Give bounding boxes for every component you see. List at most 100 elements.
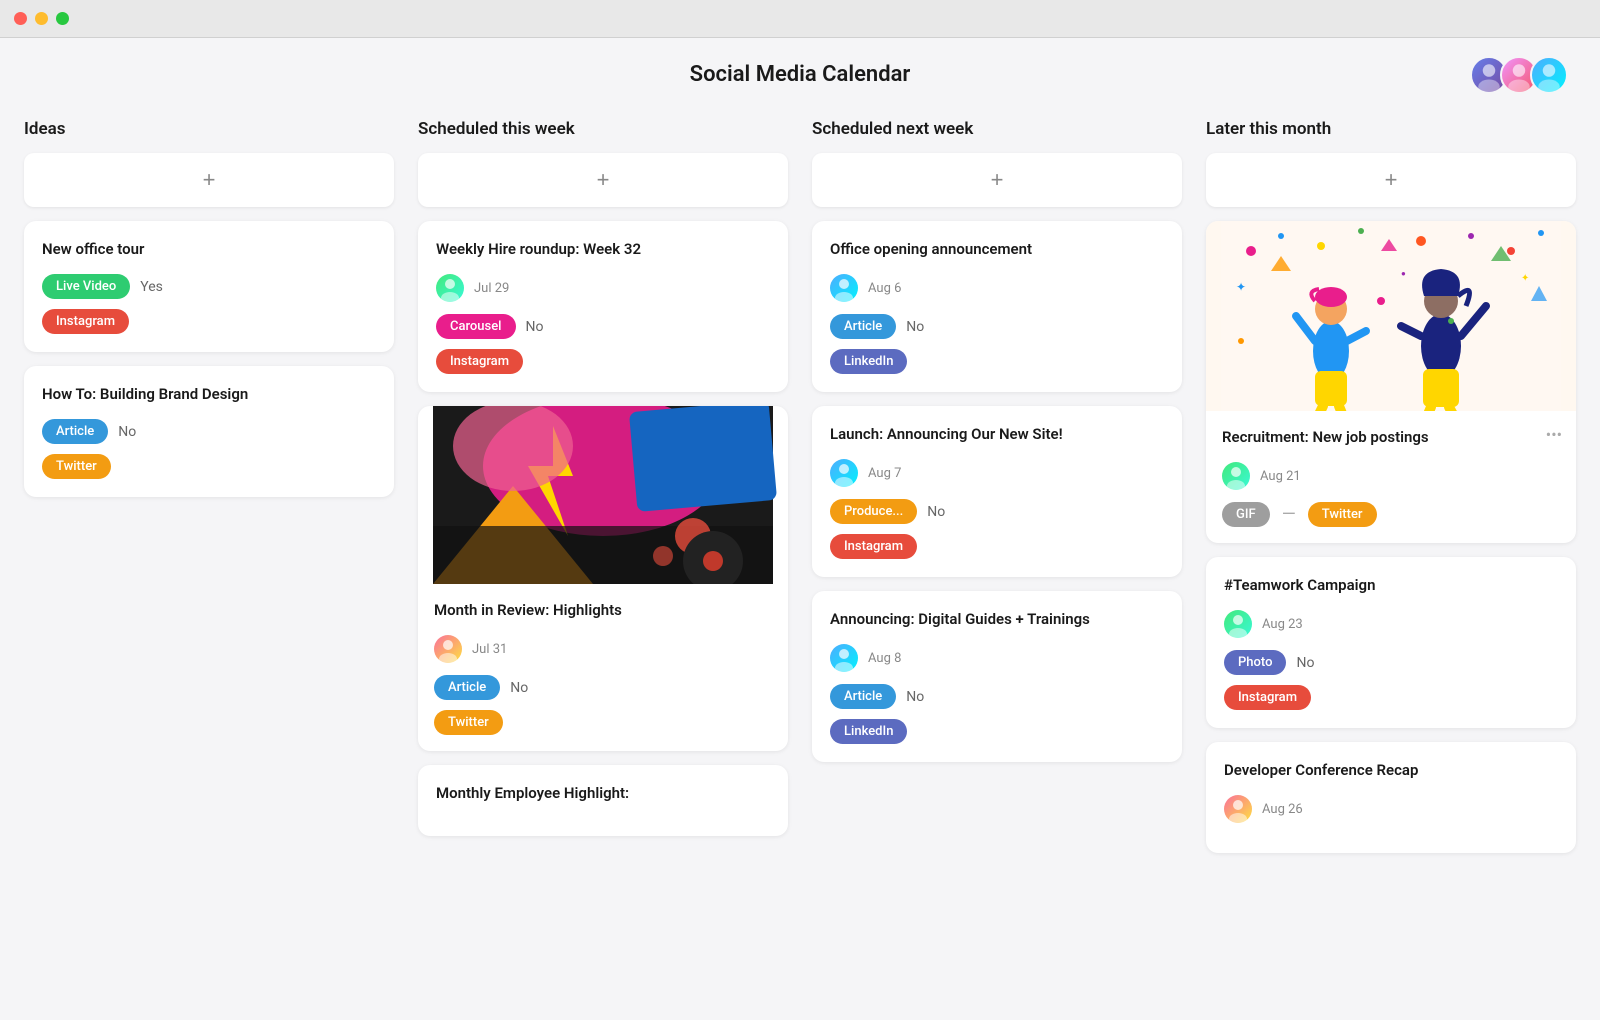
column-later-this-month: Later this month + — [1206, 119, 1576, 867]
column-scheduled-this-week-title: Scheduled this week — [418, 119, 788, 139]
card-tags-row2: Instagram — [42, 309, 376, 334]
maximize-button[interactable] — [56, 12, 69, 25]
tag-gif[interactable]: GIF — [1222, 502, 1270, 527]
card-meta: Jul 31 — [434, 635, 772, 663]
tag-twitter[interactable]: Twitter — [434, 710, 503, 735]
avatar-user-3[interactable] — [1530, 56, 1568, 94]
tag-article[interactable]: Article — [830, 684, 896, 709]
app-header: Social Media Calendar — [0, 38, 1600, 103]
tag-instagram[interactable]: Instagram — [830, 534, 917, 559]
tag-article[interactable]: Article — [42, 419, 108, 444]
svg-text:✦: ✦ — [1521, 273, 1529, 284]
card-content: Month in Review: Highlights Jul 31 Artic… — [418, 584, 788, 751]
tag-article[interactable]: Article — [830, 314, 896, 339]
column-ideas-title: Ideas — [24, 119, 394, 139]
card-title: Monthly Employee Highlight: — [436, 783, 770, 804]
card-avatar — [830, 274, 858, 302]
card-avatar — [434, 635, 462, 663]
tag-instagram[interactable]: Instagram — [1224, 685, 1311, 710]
card-title: Month in Review: Highlights — [434, 600, 772, 621]
column-scheduled-next-week-title: Scheduled next week — [812, 119, 1182, 139]
card-title: Developer Conference Recap — [1224, 760, 1558, 781]
card-tags-row2: Instagram — [436, 349, 770, 374]
column-scheduled-next-week: Scheduled next week + Office opening ann… — [812, 119, 1182, 867]
card-tags-row2: Instagram — [1224, 685, 1558, 710]
more-options-button[interactable]: ••• — [1546, 425, 1562, 444]
page-title: Social Media Calendar — [690, 62, 911, 87]
add-card-ideas[interactable]: + — [24, 153, 394, 207]
card-avatar — [436, 274, 464, 302]
tag-linkedin[interactable]: LinkedIn — [830, 719, 907, 744]
card-value: No — [927, 504, 945, 520]
card-weekly-hire: Weekly Hire roundup: Week 32 Jul 29 Caro… — [418, 221, 788, 392]
card-date: Aug 7 — [868, 466, 901, 481]
minimize-button[interactable] — [35, 12, 48, 25]
card-value: No — [1296, 655, 1314, 671]
card-tags: Carousel No — [436, 314, 770, 339]
card-avatar — [1224, 795, 1252, 823]
tag-produce[interactable]: Produce... — [830, 499, 917, 524]
tag-carousel[interactable]: Carousel — [436, 314, 516, 339]
card-value: No — [906, 319, 924, 335]
card-content: ••• Recruitment: New job postings Aug 21… — [1206, 411, 1576, 543]
card-tags: Article No — [434, 675, 772, 700]
card-meta: Aug 6 — [830, 274, 1164, 302]
card-title: Office opening announcement — [830, 239, 1164, 260]
card-date: Aug 21 — [1260, 469, 1301, 484]
add-card-this-week[interactable]: + — [418, 153, 788, 207]
card-tags-row2: Instagram — [830, 534, 1164, 559]
card-title: Recruitment: New job postings — [1222, 427, 1560, 448]
celebration-image: ✦ ✦ ● — [1206, 221, 1576, 411]
card-meta: Aug 7 — [830, 459, 1164, 487]
tag-instagram[interactable]: Instagram — [42, 309, 129, 334]
tag-linkedin[interactable]: LinkedIn — [830, 349, 907, 374]
card-meta: Aug 23 — [1224, 610, 1558, 638]
card-value-yes: Yes — [140, 279, 163, 295]
card-tags: Article No — [830, 684, 1164, 709]
card-title: Announcing: Digital Guides + Trainings — [830, 609, 1164, 630]
card-tags: Live Video Yes — [42, 274, 376, 299]
column-ideas: Ideas + New office tour Live Video Yes I… — [24, 119, 394, 867]
tag-photo[interactable]: Photo — [1224, 650, 1286, 675]
card-tags-row2: Twitter — [434, 710, 772, 735]
tag-article[interactable]: Article — [434, 675, 500, 700]
card-tags: GIF — Twitter — [1222, 502, 1560, 527]
add-card-later[interactable]: + — [1206, 153, 1576, 207]
card-date: Aug 26 — [1262, 802, 1303, 817]
card-title: New office tour — [42, 239, 376, 260]
window-chrome — [0, 0, 1600, 38]
tag-twitter[interactable]: Twitter — [1308, 502, 1377, 527]
card-title: Launch: Announcing Our New Site! — [830, 424, 1164, 445]
card-new-office-tour: New office tour Live Video Yes Instagram — [24, 221, 394, 352]
card-tags: Article No — [830, 314, 1164, 339]
card-value: No — [510, 680, 528, 696]
card-launch-new-site: Launch: Announcing Our New Site! Aug 7 P… — [812, 406, 1182, 577]
card-meta: Aug 26 — [1224, 795, 1558, 823]
card-tags-row2: Twitter — [42, 454, 376, 479]
card-avatar — [830, 644, 858, 672]
card-office-opening: Office opening announcement Aug 6 Articl… — [812, 221, 1182, 392]
app-container: Social Media Calendar — [0, 38, 1600, 1020]
card-date: Jul 29 — [474, 281, 509, 296]
tag-live-video[interactable]: Live Video — [42, 274, 130, 299]
card-date: Aug 8 — [868, 651, 901, 666]
card-meta: Jul 29 — [436, 274, 770, 302]
card-date: Aug 6 — [868, 281, 901, 296]
card-tags-row2: LinkedIn — [830, 349, 1164, 374]
card-tags-row2: LinkedIn — [830, 719, 1164, 744]
card-building-brand: How To: Building Brand Design Article No… — [24, 366, 394, 497]
card-teamwork-campaign: #Teamwork Campaign Aug 23 Photo No Insta… — [1206, 557, 1576, 728]
column-later-this-month-title: Later this month — [1206, 119, 1576, 139]
card-title: How To: Building Brand Design — [42, 384, 376, 405]
card-tags: Produce... No — [830, 499, 1164, 524]
card-title: Weekly Hire roundup: Week 32 — [436, 239, 770, 260]
card-tags: Photo No — [1224, 650, 1558, 675]
card-title: #Teamwork Campaign — [1224, 575, 1558, 596]
board: Ideas + New office tour Live Video Yes I… — [0, 103, 1600, 891]
card-digital-guides: Announcing: Digital Guides + Trainings A… — [812, 591, 1182, 762]
add-card-next-week[interactable]: + — [812, 153, 1182, 207]
tag-instagram[interactable]: Instagram — [436, 349, 523, 374]
tag-twitter[interactable]: Twitter — [42, 454, 111, 479]
card-avatar — [1222, 462, 1250, 490]
close-button[interactable] — [14, 12, 27, 25]
